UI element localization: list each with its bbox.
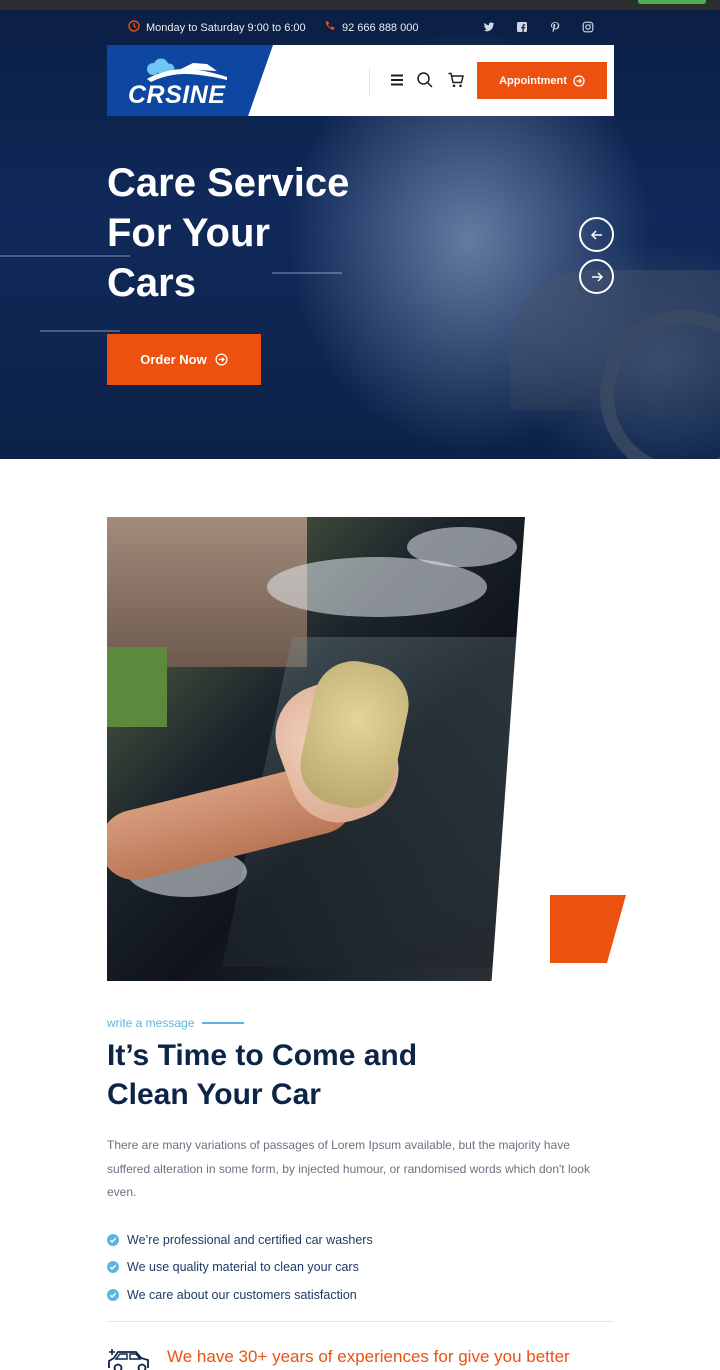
page: Monday to Saturday 9:00 to 6:00 92 666 8… [0, 0, 720, 1370]
feature-item: We use quality material to clean your ca… [107, 1254, 373, 1282]
check-circle-icon [107, 1233, 119, 1246]
menu-icon[interactable] [388, 71, 406, 89]
hero-light-streak [40, 330, 120, 332]
photo-background-grass [107, 647, 167, 727]
top-info-bar: Monday to Saturday 9:00 to 6:00 92 666 8… [0, 10, 720, 44]
appointment-button[interactable]: Appointment [477, 62, 607, 99]
slider-prev-button[interactable] [579, 217, 614, 252]
hours-info: Monday to Saturday 9:00 to 6:00 [128, 20, 306, 35]
appointment-label: Appointment [499, 74, 567, 87]
tagline-line [202, 1022, 245, 1024]
decorative-orange-shape [550, 895, 626, 963]
logo-text: CRSINE [128, 81, 226, 109]
facebook-icon[interactable] [516, 20, 528, 32]
feature-text: We’re professional and certified car was… [127, 1232, 373, 1247]
order-now-label: Order Now [140, 352, 207, 367]
check-circle-icon [107, 1261, 119, 1274]
order-now-button[interactable]: Order Now [107, 334, 261, 385]
slider-next-button[interactable] [579, 259, 614, 294]
social-links [483, 20, 594, 33]
arrow-left-icon [590, 229, 602, 240]
phone-text: 92 666 888 000 [342, 21, 419, 34]
status-pill [638, 0, 706, 4]
feature-text: We use quality material to clean your ca… [127, 1260, 359, 1275]
section-tagline: write a message [107, 1016, 245, 1030]
feature-list: We’re professional and certified car was… [107, 1226, 373, 1309]
arrow-circle-right-icon [573, 74, 585, 87]
car-wash-photo [107, 517, 525, 981]
twitter-icon[interactable] [483, 20, 495, 32]
tagline-text: write a message [107, 1016, 195, 1030]
hero-title-line: Cars [107, 261, 196, 305]
hero-title-line: Care Service [107, 161, 350, 205]
instagram-icon[interactable] [582, 20, 594, 33]
feature-item: We care about our customers satisfaction [107, 1281, 373, 1309]
car-outline-icon [108, 1349, 149, 1370]
check-circle-icon [107, 1288, 119, 1301]
section-description: There are many variations of passages of… [107, 1138, 590, 1199]
phone-info[interactable]: 92 666 888 000 [324, 20, 418, 35]
hours-text: Monday to Saturday 9:00 to 6:00 [146, 21, 306, 34]
search-icon[interactable] [416, 71, 434, 89]
experience-text: We have 30+ years of experiences for giv… [167, 1347, 570, 1366]
arrow-right-icon [591, 271, 603, 282]
cart-icon[interactable] [447, 71, 465, 89]
nav-divider [369, 67, 370, 95]
hero-title-line: For Your [107, 211, 270, 255]
feature-text: We care about our customers satisfaction [127, 1287, 357, 1302]
section-title: It’s Time to Come and Clean Your Car [107, 1036, 537, 1114]
hero-section: Monday to Saturday 9:00 to 6:00 92 666 8… [0, 10, 720, 459]
arrow-circle-right-icon [215, 353, 228, 366]
hero-title: Care Service For Your Cars [107, 158, 407, 308]
phone-icon [324, 20, 336, 35]
section-divider [107, 1321, 614, 1322]
main-navbar: CRSINE Appointment [107, 45, 614, 116]
section-title-line: It’s Time to Come and [107, 1039, 418, 1072]
photo-soap-foam [407, 527, 517, 567]
browser-status-strip [0, 0, 720, 10]
section-title-line: Clean Your Car [107, 1078, 321, 1111]
clock-icon [128, 20, 140, 35]
feature-item: We’re professional and certified car was… [107, 1226, 373, 1254]
pinterest-icon[interactable] [549, 20, 561, 33]
logo[interactable]: CRSINE [107, 45, 273, 116]
